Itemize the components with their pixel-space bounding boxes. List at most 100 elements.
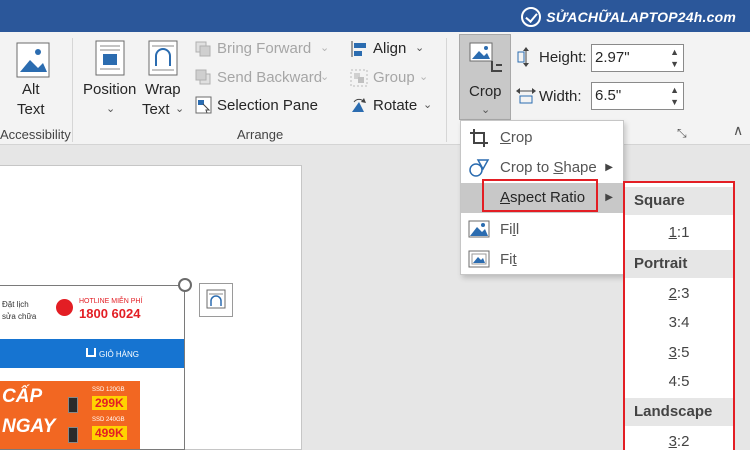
aspect-option-3-5[interactable]: 3:5 bbox=[625, 344, 733, 361]
rotate-icon[interactable] bbox=[350, 96, 368, 114]
layout-options-button[interactable] bbox=[199, 283, 233, 317]
wrap-text-label-1[interactable]: Wrap bbox=[145, 81, 181, 98]
aspect-option-rest: :5 bbox=[676, 344, 690, 361]
send-backward-dropdown-icon[interactable]: ⌄ bbox=[320, 70, 329, 83]
rotate-dropdown-icon[interactable]: ⌄ bbox=[423, 98, 432, 111]
crop-to-shape-icon bbox=[469, 159, 490, 177]
alt-text-label-1[interactable]: Alt bbox=[22, 81, 40, 98]
bring-forward-icon[interactable] bbox=[195, 41, 212, 57]
aspect-ratio-highlight bbox=[482, 179, 598, 212]
hotline-number: 1800 6024 bbox=[79, 306, 141, 321]
fill-icon bbox=[468, 220, 490, 238]
bring-forward-dropdown-icon[interactable]: ⌄ bbox=[320, 41, 329, 54]
height-value[interactable]: 2.97" bbox=[595, 49, 630, 66]
menu-item-fill[interactable]: Fill bbox=[461, 215, 623, 245]
price-2: 499K bbox=[92, 426, 127, 440]
crop-to-shape-pre: Crop to bbox=[500, 159, 554, 176]
checkmark-logo-icon bbox=[521, 7, 542, 27]
align-dropdown-icon[interactable]: ⌄ bbox=[415, 41, 424, 54]
picture-text-line2: sửa chữa bbox=[2, 312, 37, 321]
portrait-header: Portrait bbox=[625, 250, 733, 278]
selected-picture[interactable]: Đặt lịch sửa chữa HOTLINE MIỄN PHÍ 1800 … bbox=[0, 285, 185, 450]
fill-pre: Fi bbox=[500, 221, 513, 238]
collapse-ribbon-icon[interactable]: ∧ bbox=[733, 122, 743, 139]
group-icon[interactable] bbox=[350, 69, 368, 87]
ssd-image bbox=[68, 397, 78, 413]
rotate-button[interactable]: Rotate bbox=[373, 97, 417, 114]
menu-item-crop[interactable]: Crop bbox=[461, 123, 623, 153]
submenu-arrow-icon: ▶ bbox=[605, 192, 613, 203]
aspect-option-rest: 3:4 bbox=[668, 314, 690, 331]
menu-item-fit[interactable]: Fit bbox=[461, 245, 623, 275]
crop-tool-icon bbox=[470, 129, 488, 147]
aspect-option-accel: 1 bbox=[668, 224, 677, 241]
phone-icon bbox=[56, 299, 73, 316]
bring-forward-button[interactable]: Bring Forward bbox=[217, 40, 311, 57]
title-bar: SỬACHỮALAPTOP24h.com bbox=[0, 0, 750, 32]
height-input[interactable]: 2.97" ▲ ▼ bbox=[591, 44, 684, 72]
ribbon-separator bbox=[72, 38, 73, 142]
cart-label: GIỎ HÀNG bbox=[99, 350, 140, 359]
align-icon[interactable] bbox=[350, 40, 368, 58]
submenu-arrow-icon: ▶ bbox=[605, 162, 613, 173]
height-decrement-icon[interactable]: ▼ bbox=[670, 59, 679, 69]
width-input[interactable]: 6.5" ▲ ▼ bbox=[591, 82, 684, 110]
group-dropdown-icon[interactable]: ⌄ bbox=[419, 70, 428, 83]
alt-text-label-2[interactable]: Text bbox=[17, 101, 45, 118]
size-dialog-launcher-icon[interactable]: ⤡ bbox=[677, 126, 687, 141]
alt-text-icon[interactable] bbox=[16, 42, 50, 78]
height-label: Height: bbox=[539, 49, 587, 66]
wrap-text-dropdown-icon[interactable]: ⌄ bbox=[175, 102, 184, 115]
fit-icon bbox=[468, 250, 490, 268]
fit-accel: t bbox=[512, 251, 517, 268]
crop-dropdown-icon: ⌄ bbox=[481, 104, 491, 116]
height-icon bbox=[517, 46, 535, 68]
ribbon: Alt Text Accessibility Position ⌄ Wrap T… bbox=[0, 32, 750, 145]
rotation-handle[interactable] bbox=[178, 278, 192, 292]
crop-label-rest: rop bbox=[510, 129, 533, 146]
aspect-option-4-5[interactable]: 4:5 bbox=[625, 373, 733, 390]
fill-rest: l bbox=[515, 221, 520, 238]
selection-pane-button[interactable]: Selection Pane bbox=[217, 97, 318, 114]
position-button[interactable]: Position bbox=[83, 81, 136, 98]
price-1: 299K bbox=[92, 396, 127, 410]
align-button[interactable]: Align bbox=[373, 40, 406, 57]
crop-to-shape-accel: S bbox=[553, 159, 564, 176]
width-decrement-icon[interactable]: ▼ bbox=[670, 97, 679, 107]
width-increment-icon[interactable]: ▲ bbox=[670, 85, 679, 95]
wrap-text-label-2[interactable]: Text bbox=[142, 101, 170, 118]
ssd-image bbox=[68, 427, 78, 443]
crop-accel: C bbox=[500, 129, 511, 146]
width-icon bbox=[515, 87, 537, 105]
aspect-option-rest: :2 bbox=[676, 433, 690, 450]
crop-button[interactable]: Crop ⌄ bbox=[459, 34, 511, 120]
width-value[interactable]: 6.5" bbox=[595, 87, 621, 104]
wrap-text-icon[interactable] bbox=[148, 40, 178, 76]
layout-options-icon bbox=[206, 289, 226, 309]
aspect-option-2-3[interactable]: 2:3 bbox=[625, 285, 733, 302]
aspect-option-accel: 3 bbox=[668, 433, 677, 450]
accessibility-group-label: Accessibility bbox=[0, 127, 71, 142]
aspect-option-rest: :1 bbox=[676, 224, 690, 241]
position-dropdown-icon[interactable]: ⌄ bbox=[106, 102, 115, 115]
ssd-label-2: SSD 240GB bbox=[92, 417, 125, 423]
selection-pane-icon[interactable] bbox=[195, 96, 212, 114]
watermark: SỬACHỮALAPTOP24h.com bbox=[521, 6, 736, 28]
watermark-text: SỬACHỮALAPTOP24h.com bbox=[546, 9, 736, 25]
send-backward-icon[interactable] bbox=[195, 69, 212, 85]
aspect-option-3-4[interactable]: 3:4 bbox=[625, 314, 733, 331]
position-icon[interactable] bbox=[95, 40, 125, 76]
cart-icon bbox=[86, 348, 96, 357]
group-button[interactable]: Group bbox=[373, 69, 415, 86]
aspect-option-3-2[interactable]: 3:2 bbox=[625, 433, 733, 450]
height-increment-icon[interactable]: ▲ bbox=[670, 47, 679, 57]
fit-pre: Fi bbox=[500, 251, 513, 268]
width-label: Width: bbox=[539, 88, 582, 105]
aspect-option-1-1[interactable]: 1:1 bbox=[625, 224, 733, 241]
promo-text-1: CẤP bbox=[2, 386, 43, 407]
promo-text-2: NGAY bbox=[2, 416, 56, 437]
aspect-ratio-submenu: Square 1:1 Portrait 2:3 3:4 3:5 4:5 Land… bbox=[623, 181, 735, 450]
send-backward-button[interactable]: Send Backward bbox=[217, 69, 322, 86]
aspect-option-accel: 2 bbox=[668, 285, 677, 302]
crop-to-shape-rest: hape bbox=[563, 159, 597, 176]
